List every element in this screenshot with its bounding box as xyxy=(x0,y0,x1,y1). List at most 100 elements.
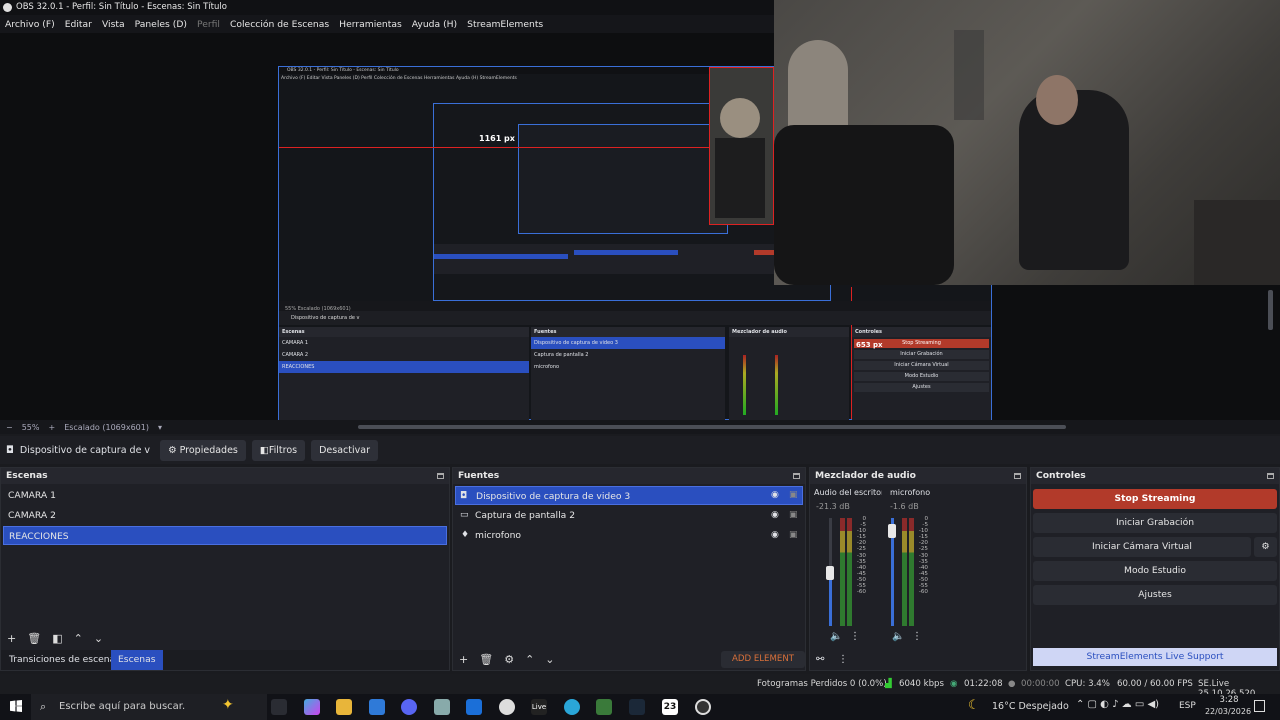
copilot-sparkle-icon[interactable]: ✦ xyxy=(222,697,234,713)
source-item-selected[interactable]: Dispositivo de captura de video 3 xyxy=(455,486,803,505)
trash-icon[interactable]: 🗑 xyxy=(27,632,41,645)
tray-icons[interactable]: ⌃ ▢ ◐ ♪ ☁ ▭ ◀) xyxy=(1076,699,1159,710)
search-placeholder[interactable]: Escribe aquí para buscar. xyxy=(59,701,185,712)
menu-paneles[interactable]: Paneles (D) xyxy=(130,19,192,30)
dock-icon[interactable] xyxy=(793,473,800,479)
add-element-button[interactable]: ADD ELEMENT xyxy=(721,651,805,668)
chatgpt-icon[interactable] xyxy=(499,699,515,715)
speaker-icon[interactable]: 🔈 xyxy=(830,631,842,642)
controls-title: Controles xyxy=(1031,468,1279,484)
nested-width-label: 1161 px xyxy=(479,134,515,143)
calendar-badge-icon[interactable]: 23 xyxy=(662,699,678,715)
more-options-icon[interactable]: ⋮ xyxy=(850,631,860,642)
streamelements-support-button[interactable]: StreamElements Live Support xyxy=(1033,648,1277,666)
cpu-usage: CPU: 3.4% xyxy=(1065,679,1110,689)
menu-ayuda[interactable]: Ayuda (H) xyxy=(407,19,462,30)
steam-icon[interactable] xyxy=(629,699,645,715)
deactivate-button[interactable]: Desactivar xyxy=(311,439,378,461)
menu-coleccion[interactable]: Colección de Escenas xyxy=(225,19,334,30)
lock-icon[interactable]: ▣ xyxy=(789,490,798,500)
task-view-icon[interactable] xyxy=(271,699,287,715)
filter-icon[interactable]: ◧ xyxy=(52,632,62,645)
zoom-out-button[interactable]: − xyxy=(6,423,13,432)
dock-icon[interactable] xyxy=(437,473,444,479)
more-options-icon[interactable]: ⋮ xyxy=(838,654,848,665)
more-options-icon[interactable]: ⋮ xyxy=(912,631,922,642)
virtual-camera-settings-button[interactable]: ⚙ xyxy=(1254,537,1277,557)
source-item[interactable]: microfono xyxy=(455,526,803,545)
menu-vista[interactable]: Vista xyxy=(97,19,130,30)
filters-button[interactable]: ◧Filtros xyxy=(251,439,306,461)
add-icon[interactable]: + xyxy=(7,632,16,645)
menu-perfil[interactable]: Perfil xyxy=(192,19,225,30)
file-explorer-icon[interactable] xyxy=(336,699,352,715)
gear-icon[interactable]: ⚙ xyxy=(504,653,514,666)
arrow-down-icon[interactable]: ⌄ xyxy=(545,653,554,666)
properties-button[interactable]: ⚙ Propiedades xyxy=(160,439,246,461)
add-icon[interactable]: + xyxy=(459,653,468,666)
live-app-icon[interactable]: Live xyxy=(531,699,547,715)
zoom-in-button[interactable]: + xyxy=(48,423,55,432)
eye-icon[interactable]: ◉ xyxy=(771,510,779,520)
scene-item-selected[interactable]: REACCIONES xyxy=(3,526,447,545)
mixer-channel1-db: -21.3 dB xyxy=(816,502,850,511)
search-icon: ⌕ xyxy=(40,700,47,713)
link-icon[interactable]: ⚯ xyxy=(816,654,824,665)
scale-mode[interactable]: Escalado (1069x601) xyxy=(64,423,149,432)
start-recording-button[interactable]: Iniciar Grabación xyxy=(1033,513,1277,533)
arrow-down-icon[interactable]: ⌄ xyxy=(94,632,103,645)
copilot-icon[interactable] xyxy=(304,699,320,715)
studio-mode-button[interactable]: Modo Estudio xyxy=(1033,561,1277,581)
scene-item[interactable]: CAMARA 1 xyxy=(3,486,447,505)
dock-icon[interactable] xyxy=(1267,473,1274,479)
store-icon[interactable] xyxy=(369,699,385,715)
speaker-icon[interactable]: 🔈 xyxy=(892,631,904,642)
status-bar: Fotogramas Perdidos 0 (0.0%) ▟ 6040 kbps… xyxy=(0,674,1280,699)
dock-icon[interactable] xyxy=(1014,473,1021,479)
menu-archivo[interactable]: Archivo (F) xyxy=(0,19,60,30)
app-icon[interactable] xyxy=(466,699,482,715)
nested-sourcebar: Dispositivo de captura de v xyxy=(279,311,991,325)
clock-time[interactable]: 3:28 xyxy=(1212,695,1246,705)
edge-icon[interactable] xyxy=(564,699,580,715)
notification-icon[interactable] xyxy=(1254,700,1265,712)
source-item[interactable]: Captura de pantalla 2 xyxy=(455,506,803,525)
discord-icon[interactable] xyxy=(401,699,417,715)
eye-icon[interactable]: ◉ xyxy=(771,490,779,500)
settings-button[interactable]: Ajustes xyxy=(1033,585,1277,605)
window-title: OBS 32.0.1 - Perfil: Sin Título - Escena… xyxy=(16,2,227,12)
tab-transitions[interactable]: Transiciones de escena xyxy=(9,654,115,665)
preview-scrollbar-h[interactable] xyxy=(358,425,1066,429)
sources-panel: Fuentes Dispositivo de captura de video … xyxy=(452,467,806,671)
menu-streamelements[interactable]: StreamElements xyxy=(462,19,548,30)
app-icon[interactable] xyxy=(434,699,450,715)
volume-slider-handle[interactable] xyxy=(826,566,834,580)
stop-streaming-button[interactable]: Stop Streaming xyxy=(1033,489,1277,509)
obs-taskbar-icon[interactable] xyxy=(695,699,711,715)
mixer-title: Mezclador de audio xyxy=(810,468,1026,484)
webcam-feed xyxy=(774,0,1280,285)
arrow-up-icon[interactable]: ⌃ xyxy=(525,653,534,666)
arrow-up-icon[interactable]: ⌃ xyxy=(74,632,83,645)
gear-icon: ⚙ xyxy=(168,444,180,456)
eye-icon[interactable]: ◉ xyxy=(771,530,779,540)
lock-icon[interactable]: ▣ xyxy=(789,530,798,540)
tab-scenes[interactable]: Escenas xyxy=(111,650,163,670)
shelf xyxy=(1194,200,1280,285)
language[interactable]: ESP xyxy=(1179,701,1196,711)
menu-editar[interactable]: Editar xyxy=(60,19,97,30)
lock-icon[interactable]: ▣ xyxy=(789,510,798,520)
weather[interactable]: 16°C Despejado xyxy=(992,701,1069,712)
scale-dropdown-icon[interactable]: ▾ xyxy=(158,423,162,432)
trash-icon[interactable]: 🗑 xyxy=(479,653,493,666)
volume-slider-handle[interactable] xyxy=(888,524,896,538)
preview-scrollbar-v[interactable] xyxy=(1268,290,1273,330)
meter-scale: 0 -5 -10 -15 -20 -25 -30 -35 -40 -45 -50 -55 -60 xyxy=(918,516,928,596)
windows-start-icon[interactable] xyxy=(10,700,22,712)
clock-date[interactable]: 22/03/2026 xyxy=(1200,707,1256,716)
app-icon[interactable] xyxy=(596,699,612,715)
menu-herramientas[interactable]: Herramientas xyxy=(334,19,407,30)
scene-item[interactable]: CAMARA 2 xyxy=(3,506,447,525)
obs-logo-icon xyxy=(3,3,12,12)
start-virtual-camera-button[interactable]: Iniciar Cámara Virtual xyxy=(1033,537,1251,557)
